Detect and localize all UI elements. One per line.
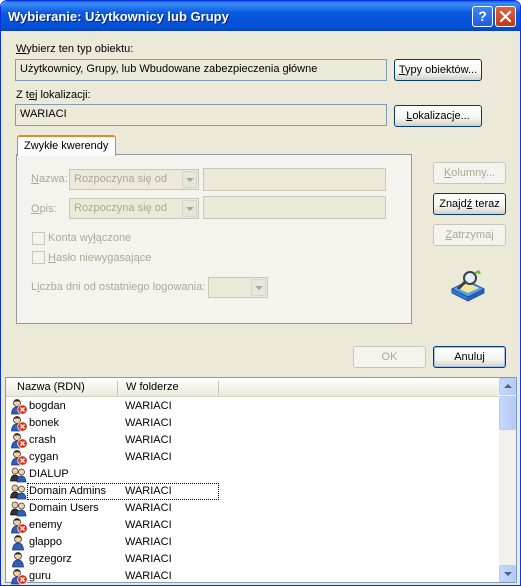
- column-divider[interactable]: [218, 381, 219, 395]
- results-header: Nazwa (RDN) W folderze: [6, 378, 500, 397]
- location-label: Z tej lokalizacji:: [16, 89, 91, 101]
- name-match-select[interactable]: Rozpoczyna się od: [69, 169, 199, 190]
- item-name: guru: [29, 570, 52, 582]
- list-item[interactable]: bonek WARIACI: [6, 415, 500, 432]
- close-icon: [499, 10, 512, 23]
- name-label: Nazwa:: [31, 173, 68, 185]
- locations-button[interactable]: Lokalizacje...: [394, 105, 482, 127]
- days-since-logon-select[interactable]: [208, 277, 268, 298]
- tab-label: Zwykłe kwerendy: [24, 140, 109, 152]
- group-icon: [10, 467, 27, 483]
- list-item[interactable]: DIALUP: [6, 466, 500, 483]
- disabled-user-icon: [11, 416, 28, 432]
- column-header-folder[interactable]: W folderze: [126, 381, 179, 393]
- close-button[interactable]: [495, 6, 516, 27]
- disabled-user-icon: [11, 450, 28, 466]
- list-item[interactable]: enemy WARIACI: [6, 517, 500, 534]
- group-icon: [10, 484, 27, 500]
- item-folder: WARIACI: [125, 400, 172, 412]
- scroll-up-button[interactable]: [499, 378, 516, 395]
- ok-button[interactable]: OK: [353, 346, 426, 368]
- list-item[interactable]: crash WARIACI: [6, 432, 500, 449]
- item-folder: WARIACI: [125, 553, 172, 565]
- non-expiring-password-checkbox[interactable]: [32, 251, 45, 264]
- column-divider[interactable]: [117, 381, 118, 395]
- chevron-down-icon: [182, 171, 197, 188]
- item-folder: WARIACI: [125, 570, 172, 582]
- list-item[interactable]: guru WARIACI: [6, 568, 500, 585]
- name-match-value: Rozpoczyna się od: [74, 173, 167, 185]
- scroll-thumb[interactable]: [499, 396, 516, 430]
- item-name: glappo: [29, 536, 63, 548]
- list-item[interactable]: cygan WARIACI: [6, 449, 500, 466]
- location-field: WARIACI: [15, 104, 387, 126]
- name-input[interactable]: [203, 168, 386, 191]
- dialog-window: Wybieranie: Użytkownicy lub Grupy ? Wybi…: [0, 0, 521, 586]
- description-label: Opis:: [31, 203, 57, 215]
- item-name: bonek: [29, 417, 59, 429]
- tab-common-queries[interactable]: Zwykłe kwerendy: [17, 135, 116, 156]
- item-name: bogdan: [29, 400, 66, 412]
- help-icon: ?: [478, 8, 487, 24]
- list-item[interactable]: glappo WARIACI: [6, 534, 500, 551]
- list-item[interactable]: Domain Admins WARIACI: [6, 483, 500, 500]
- list-item[interactable]: bogdan WARIACI: [6, 398, 500, 415]
- item-name: enemy: [29, 519, 63, 531]
- item-folder: WARIACI: [125, 536, 172, 548]
- list-item[interactable]: grzegorz WARIACI: [6, 551, 500, 568]
- user-icon: [12, 535, 24, 551]
- chevron-down-icon: [182, 200, 197, 217]
- columns-button[interactable]: Kolumny...: [433, 162, 506, 184]
- description-match-select[interactable]: Rozpoczyna się od: [69, 198, 199, 219]
- days-since-logon-label: Liczba dni od ostatniego logowania:: [31, 281, 206, 293]
- help-button[interactable]: ?: [472, 6, 493, 27]
- user-icon: [12, 552, 24, 568]
- title-bar[interactable]: Wybieranie: Użytkownicy lub Grupy ?: [1, 1, 520, 31]
- cancel-button[interactable]: Anuluj: [433, 346, 506, 368]
- search-directory-icon: [450, 270, 486, 302]
- non-expiring-password-label: Hasło niewygasające: [48, 252, 152, 264]
- item-name: grzegorz: [29, 553, 72, 565]
- object-type-label: Wybierz ten typ obiektu:: [16, 43, 134, 55]
- disabled-user-icon: [11, 518, 28, 534]
- find-now-button[interactable]: Znajdź teraz: [433, 193, 506, 215]
- results-list[interactable]: Nazwa (RDN) W folderze bogdan WARIACI bone…: [5, 377, 517, 585]
- window-title: Wybieranie: Użytkownicy lub Grupy: [8, 9, 229, 24]
- scroll-down-button[interactable]: [499, 565, 516, 582]
- stop-button[interactable]: Zatrzymaj: [433, 224, 506, 246]
- description-match-value: Rozpoczyna się od: [74, 202, 167, 214]
- list-item[interactable]: Domain Users WARIACI: [6, 500, 500, 517]
- item-folder: WARIACI: [125, 519, 172, 531]
- disabled-user-icon: [11, 433, 28, 449]
- column-header-name[interactable]: Nazwa (RDN): [17, 381, 85, 393]
- item-folder: WARIACI: [125, 502, 172, 514]
- description-input[interactable]: [203, 196, 386, 219]
- vertical-scrollbar[interactable]: [499, 378, 516, 582]
- item-name: crash: [29, 434, 56, 446]
- disabled-accounts-checkbox[interactable]: [32, 232, 45, 245]
- group-icon: [10, 501, 27, 517]
- item-folder: WARIACI: [125, 434, 172, 446]
- disabled-accounts-label: Konta wyłączone: [48, 232, 132, 244]
- item-name: cygan: [29, 451, 59, 463]
- common-queries-panel: Nazwa: Rozpoczyna się od Opis: Rozpoczyn…: [16, 154, 412, 324]
- item-name: DIALUP: [29, 468, 69, 480]
- item-folder: WARIACI: [125, 417, 172, 429]
- item-name: Domain Users: [29, 502, 99, 514]
- chevron-down-icon: [251, 279, 266, 296]
- item-folder: WARIACI: [125, 451, 172, 463]
- object-types-button[interactable]: Typy obiektów...: [394, 59, 482, 81]
- disabled-user-icon: [11, 569, 28, 585]
- object-type-field: Użytkownicy, Grupy, lub Wbudowane zabezp…: [15, 59, 387, 81]
- disabled-user-icon: [11, 399, 28, 415]
- focus-rectangle: [27, 483, 219, 500]
